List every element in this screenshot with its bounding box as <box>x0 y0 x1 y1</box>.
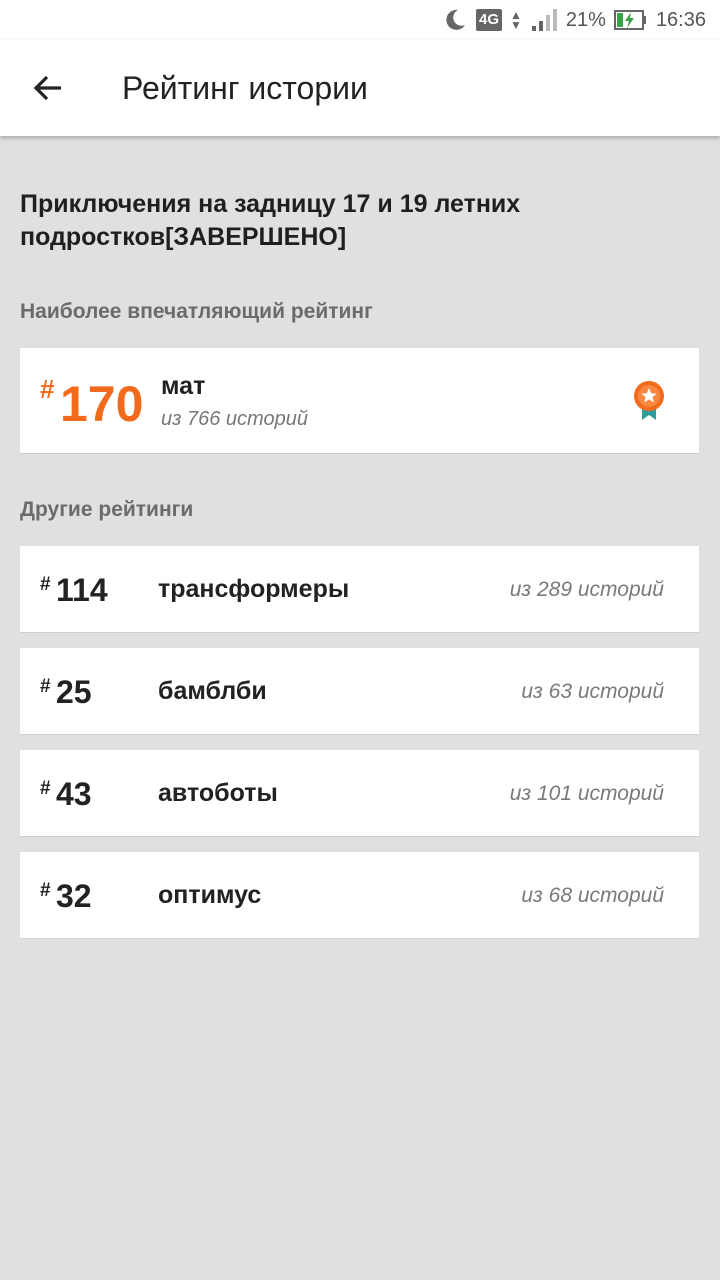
rank-count: из 63 историй <box>521 680 664 703</box>
top-ranking-card[interactable]: # 170 мат из 766 историй <box>20 348 699 454</box>
page-title: Рейтинг истории <box>122 69 368 106</box>
rank-hash: # <box>40 574 51 595</box>
rank-hash: # <box>40 374 55 404</box>
network-type-badge: 4G <box>476 9 503 31</box>
rank-tag: оптимус <box>158 881 262 909</box>
rank-hash: # <box>40 676 51 697</box>
rank-hash: # <box>40 778 51 799</box>
ranking-row[interactable]: # 32 оптимус из 68 историй <box>20 852 699 939</box>
arrow-back-icon <box>33 75 61 101</box>
back-button[interactable] <box>0 40 96 136</box>
rank-number: 25 <box>56 674 92 710</box>
rank-number: 170 <box>60 376 144 432</box>
rank-hash: # <box>40 880 51 901</box>
rank-tag: бамблби <box>158 677 267 705</box>
rank-tag: трансформеры <box>158 575 350 603</box>
status-bar: 4G ▲ ▼ 21% 16:36 <box>0 0 720 40</box>
rank-count: из 101 историй <box>509 782 664 805</box>
app-bar: Рейтинг истории <box>0 40 720 136</box>
clock: 16:36 <box>655 8 706 31</box>
ranking-row[interactable]: # 43 автоботы из 101 историй <box>20 750 699 837</box>
rank-tag: мат <box>161 372 206 400</box>
rank-count: из 766 историй <box>161 408 308 430</box>
ranking-row[interactable]: # 25 бамблби из 63 историй <box>20 648 699 735</box>
ranking-row[interactable]: # 114 трансформеры из 289 историй <box>20 546 699 633</box>
main-content: Приключения на задницу 17 и 19 летних по… <box>20 136 700 939</box>
rank-count: из 289 историй <box>509 578 664 601</box>
rank-number: 43 <box>56 776 92 812</box>
do-not-disturb-moon-icon <box>446 9 465 30</box>
rank-number: 32 <box>56 878 92 914</box>
other-rankings-label: Другие рейтинги <box>20 498 194 521</box>
data-activity-icon: ▲ ▼ <box>510 8 522 32</box>
rank-tag: автоботы <box>158 779 278 807</box>
story-title: Приключения на задницу 17 и 19 летних по… <box>20 190 521 251</box>
medal-icon <box>634 381 664 420</box>
battery-percent: 21% <box>565 8 606 31</box>
rank-count: из 68 историй <box>521 884 664 907</box>
rank-number: 114 <box>56 572 108 608</box>
battery-charging-icon <box>613 10 646 30</box>
signal-strength-icon <box>531 9 557 31</box>
top-ranking-label: Наиболее впечатляющий рейтинг <box>20 300 373 323</box>
